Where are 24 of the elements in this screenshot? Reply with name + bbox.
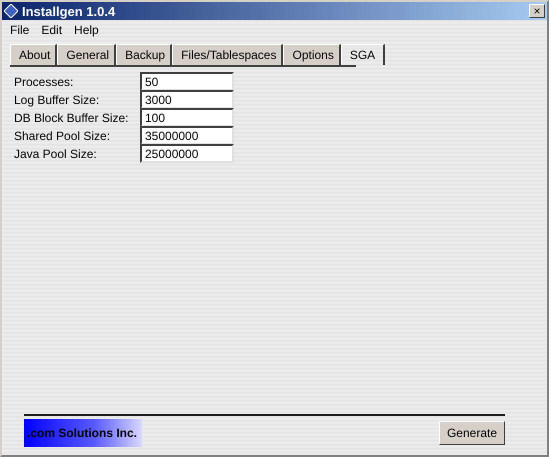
- close-button[interactable]: ×: [529, 4, 545, 18]
- menu-item[interactable]: File: [10, 23, 30, 37]
- input-field[interactable]: 3000: [140, 90, 234, 109]
- tab[interactable]: SGA: [340, 44, 386, 65]
- diamond-icon: [4, 4, 18, 18]
- input-field[interactable]: 50: [140, 72, 234, 91]
- menu-item[interactable]: Help: [74, 23, 99, 37]
- input-field[interactable]: 35000000: [140, 126, 234, 145]
- generate-button[interactable]: Generate: [439, 421, 505, 445]
- field-label: Shared Pool Size:: [14, 128, 112, 142]
- input-field[interactable]: 100: [140, 108, 234, 127]
- tab[interactable]: About: [10, 44, 58, 65]
- field-label: Processes:: [14, 74, 74, 88]
- tab[interactable]: Backup: [116, 44, 172, 65]
- field-label: Log Buffer Size:: [14, 92, 100, 106]
- tab[interactable]: Options: [283, 44, 341, 65]
- field-label: Java Pool Size:: [14, 146, 98, 160]
- menu-item[interactable]: Edit: [41, 23, 62, 37]
- company-logo: .com Solutions Inc.: [24, 419, 142, 447]
- tab[interactable]: General: [57, 44, 116, 65]
- tab[interactable]: Files/Tablespaces: [172, 44, 284, 65]
- window-title: Installgen 1.0.4: [22, 4, 116, 18]
- field-label: DB Block Buffer Size:: [14, 110, 130, 124]
- input-field[interactable]: 25000000: [140, 144, 234, 163]
